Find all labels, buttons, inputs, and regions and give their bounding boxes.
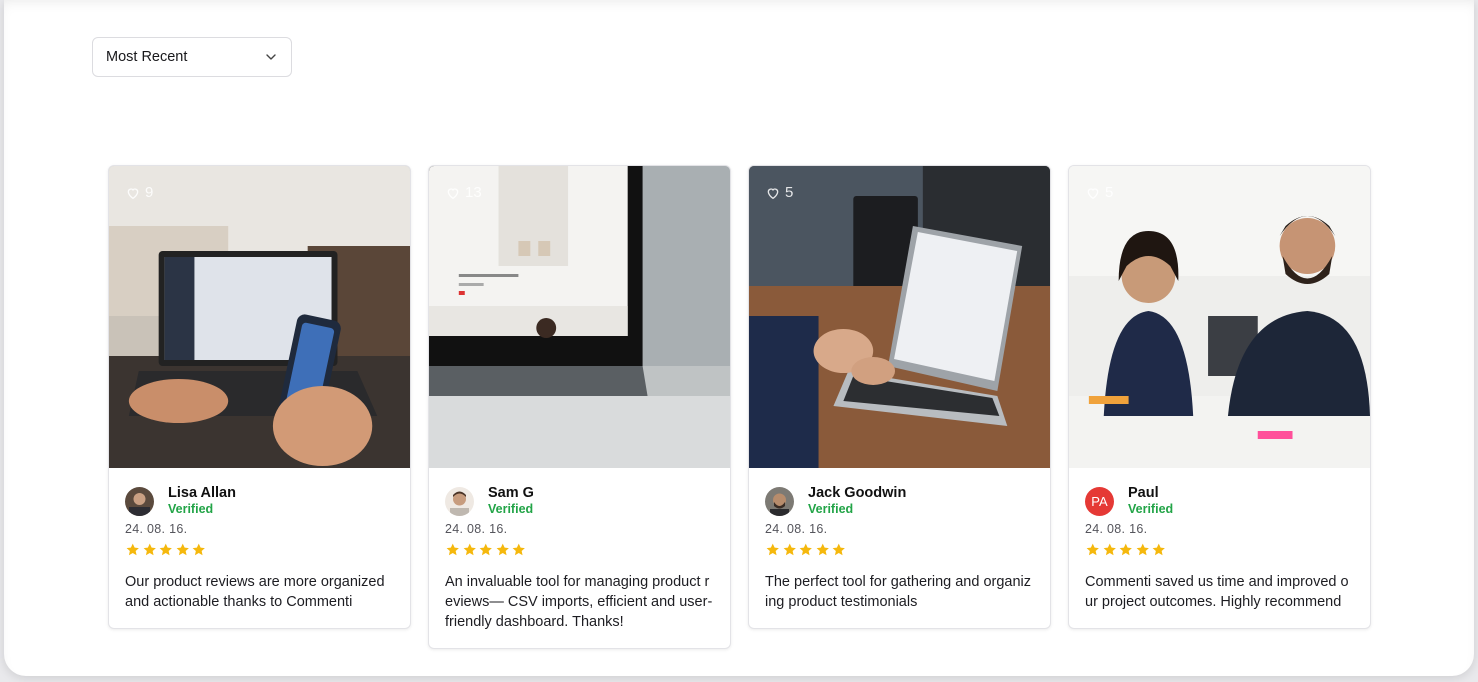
review-card[interactable]: 13 Sam G Verified 24. 08. 16. An invalua…: [428, 165, 731, 649]
review-card-list: 9 Lisa Allan Verified 24. 08. 16. Our pr…: [108, 165, 1371, 649]
review-card[interactable]: 5 PA Paul Verified 24. 08. 16. Commenti …: [1068, 165, 1371, 629]
star-icon: [176, 543, 189, 556]
like-count: 5: [1105, 184, 1114, 201]
star-icon: [832, 543, 845, 556]
like-count: 5: [785, 184, 794, 201]
avatar: PA: [1085, 486, 1114, 516]
sort-dropdown-value: Most Recent: [106, 49, 188, 65]
verified-badge: Verified: [488, 502, 534, 516]
avatar: [765, 486, 794, 516]
reviews-widget: Most Recent 9 Lisa Allan Verified 24. 08…: [4, 0, 1474, 676]
review-text: Commenti saved us time and improved our …: [1085, 573, 1349, 610]
star-icon: [143, 543, 156, 556]
heart-icon: [127, 187, 139, 199]
review-date: 24. 08. 16.: [125, 522, 188, 536]
like-button[interactable]: 5: [1085, 184, 1113, 201]
like-count: 13: [465, 184, 482, 201]
reviewer-name: Lisa Allan: [168, 485, 236, 501]
star-icon: [446, 543, 459, 556]
review-text: The perfect tool for gathering and organ…: [765, 573, 1031, 610]
sort-dropdown[interactable]: Most Recent: [92, 37, 292, 77]
heart-icon: [447, 187, 459, 199]
reviewer-name: Sam G: [488, 485, 534, 501]
reviewer-name: Jack Goodwin: [808, 485, 907, 501]
star-rating: [1085, 542, 1354, 558]
review-photo[interactable]: 9: [109, 166, 410, 468]
review-text: An invaluable tool for managing product …: [445, 573, 713, 630]
verified-badge: Verified: [168, 502, 214, 516]
heart-icon: [767, 187, 779, 199]
star-rating: [765, 542, 1034, 558]
reviewer-name: Paul: [1128, 485, 1159, 501]
star-icon: [479, 543, 492, 556]
review-text: Our product reviews are more organized a…: [125, 573, 385, 610]
avatar: [445, 486, 474, 516]
star-icon: [799, 543, 812, 556]
review-date: 24. 08. 16.: [445, 522, 508, 536]
review-date: 24. 08. 16.: [765, 522, 828, 536]
chevron-down-icon: [265, 51, 277, 63]
like-button[interactable]: 5: [765, 184, 793, 201]
review-date: 24. 08. 16.: [1085, 522, 1148, 536]
review-card[interactable]: 9 Lisa Allan Verified 24. 08. 16. Our pr…: [108, 165, 411, 629]
heart-icon: [1087, 187, 1099, 199]
review-card[interactable]: 5 Jack Goodwin Verified 24. 08. 16. The …: [748, 165, 1051, 629]
star-icon: [783, 543, 796, 556]
star-icon: [463, 543, 476, 556]
verified-badge: Verified: [1128, 502, 1174, 516]
star-icon: [496, 543, 509, 556]
star-icon: [1136, 543, 1149, 556]
star-icon: [126, 543, 139, 556]
star-icon: [766, 543, 779, 556]
star-icon: [816, 543, 829, 556]
star-icon: [159, 543, 172, 556]
star-rating: [445, 542, 714, 558]
avatar: [125, 486, 154, 516]
star-icon: [192, 543, 205, 556]
like-count: 9: [145, 184, 154, 201]
verified-badge: Verified: [808, 502, 854, 516]
star-rating: [125, 542, 394, 558]
star-icon: [512, 543, 525, 556]
star-icon: [1103, 543, 1116, 556]
like-button[interactable]: 9: [125, 184, 153, 201]
star-icon: [1152, 543, 1165, 556]
review-photo[interactable]: 13: [429, 166, 730, 468]
star-icon: [1119, 543, 1132, 556]
star-icon: [1086, 543, 1099, 556]
review-photo[interactable]: 5: [1069, 166, 1370, 468]
review-photo[interactable]: 5: [749, 166, 1050, 468]
like-button[interactable]: 13: [445, 184, 482, 201]
